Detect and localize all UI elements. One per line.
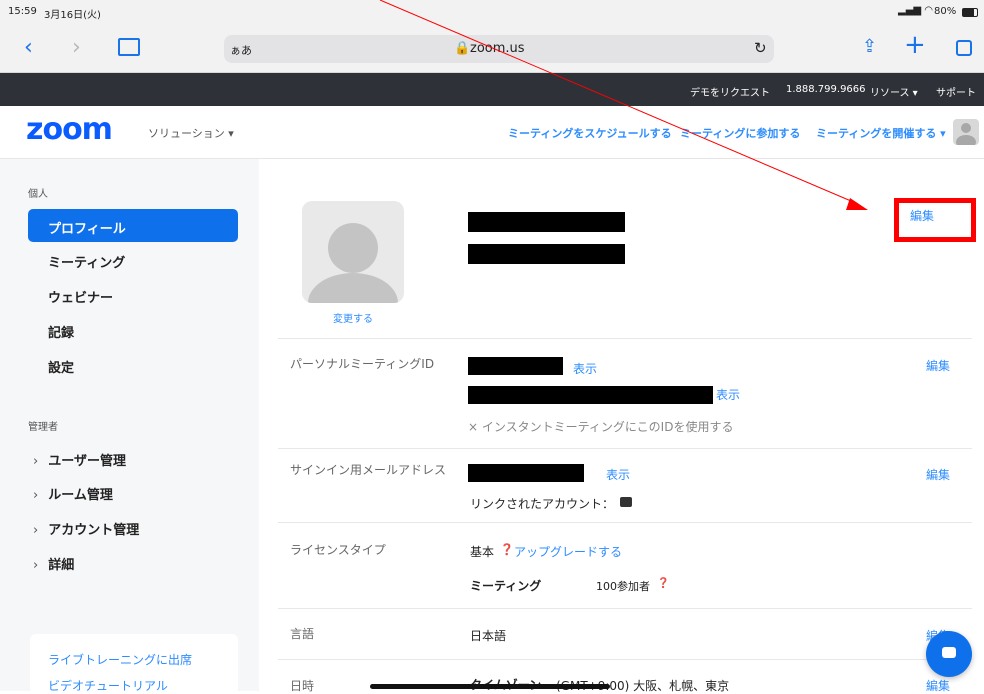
forward-icon[interactable]: › — [72, 24, 81, 72]
chevron-right-icon: › — [33, 558, 39, 573]
photo-body — [308, 273, 398, 303]
license-type: 基本 — [470, 545, 495, 559]
avatar-head — [961, 123, 971, 133]
phone-number: 1.888.799.9666 — [786, 84, 866, 95]
divider — [278, 608, 972, 609]
video-tutorials-link[interactable]: ビデオチュートリアル — [48, 677, 168, 694]
signal-wifi-icon: ▂▄▆ ◠ — [898, 5, 933, 16]
share-icon[interactable]: ⇪ — [862, 36, 877, 57]
language-label: 言語 — [290, 627, 315, 641]
arrow-head — [846, 198, 868, 210]
url-text[interactable]: zoom.us — [470, 41, 525, 56]
pmi-url-show-link[interactable]: 表示 — [716, 386, 740, 403]
text-size-button[interactable]: ぁあ — [230, 42, 252, 58]
change-photo-link[interactable]: 変更する — [333, 310, 373, 325]
browser-toolbar: ‹ › ぁあ 🔒 zoom.us ↻ ⇪ + — [0, 24, 984, 73]
datetime-edit-button[interactable]: 編集 — [926, 677, 950, 694]
sidebar-item-meetings[interactable]: ミーティング — [48, 252, 125, 271]
live-training-link[interactable]: ライブトレーニングに出席 — [48, 651, 192, 668]
sidebar-item-label: 詳細 — [48, 558, 75, 573]
sidebar-item-settings[interactable]: 設定 — [48, 357, 74, 376]
back-icon[interactable]: ‹ — [24, 24, 33, 72]
zoom-nav: zoom ソリューション ▾ ミーティングをスケジュールする ミーティングに参加… — [0, 106, 984, 159]
address-bar[interactable]: ぁあ 🔒 zoom.us ↻ — [224, 35, 774, 63]
sidebar-item-label: アカウント管理 — [48, 523, 140, 538]
status-date: 3月16日(火) — [44, 10, 101, 21]
redacted-pmi-url — [468, 386, 713, 404]
solutions-menu[interactable]: ソリューション ▾ — [148, 125, 234, 141]
pmi-label: パーソナルミーティングID — [290, 357, 435, 371]
sidebar-item-user-management[interactable]: › ユーザー管理 — [33, 450, 126, 469]
join-meeting-link[interactable]: ミーティングに参加する — [680, 125, 800, 141]
redacted-detail — [468, 244, 625, 264]
sidebar-item-account-management[interactable]: › アカウント管理 — [33, 519, 139, 538]
meeting-license-label: ミーティング — [470, 579, 542, 593]
schedule-meeting-link[interactable]: ミーティングをスケジュールする — [508, 125, 672, 141]
avatar[interactable] — [953, 119, 979, 145]
divider — [278, 448, 972, 449]
chat-bubble-button[interactable] — [926, 631, 972, 677]
status-time: 15:59 — [8, 6, 37, 17]
sidebar-item-profile[interactable]: プロフィール — [48, 218, 126, 237]
redacted-name — [468, 212, 625, 232]
chat-icon — [942, 647, 956, 658]
battery-level: 80% — [934, 6, 957, 17]
zoom-logo[interactable]: zoom — [26, 112, 113, 147]
divider — [278, 659, 972, 660]
tabs-overview-icon[interactable] — [956, 40, 972, 56]
sidebar-item-room-management[interactable]: › ルーム管理 — [33, 484, 113, 503]
zoom-top-bar: デモをリクエスト 1.888.799.9666 リソース ▾ サポート — [0, 73, 984, 106]
instant-meeting-option[interactable]: × インスタントミーティングにこのIDを使用する — [468, 418, 733, 435]
bookmarks-icon[interactable] — [118, 38, 140, 56]
home-indicator — [370, 684, 610, 689]
pmi-edit-button[interactable]: 編集 — [926, 357, 950, 374]
profile-photo[interactable] — [302, 201, 404, 303]
email-label: サインイン用メールアドレス — [290, 463, 447, 477]
battery-icon — [962, 8, 978, 17]
mail-icon — [620, 497, 632, 507]
pmi-show-link[interactable]: 表示 — [573, 360, 597, 377]
sidebar-item-webinars[interactable]: ウェビナー — [48, 287, 113, 306]
linked-accounts-label: リンクされたアカウント： — [470, 497, 615, 511]
resources-menu[interactable]: リソース ▾ — [870, 84, 918, 99]
help-icon[interactable]: ❓ — [657, 578, 669, 589]
divider — [278, 338, 972, 339]
sidebar-item-label: ユーザー管理 — [48, 454, 126, 469]
upgrade-link[interactable]: アップグレードする — [514, 543, 622, 560]
highlight-box — [894, 198, 976, 242]
email-show-link[interactable]: 表示 — [606, 466, 630, 483]
new-tab-icon[interactable]: + — [904, 30, 926, 60]
admin-section-header: 管理者 — [28, 422, 58, 433]
photo-head — [328, 223, 378, 273]
email-edit-button[interactable]: 編集 — [926, 466, 950, 483]
reload-icon[interactable]: ↻ — [754, 39, 767, 57]
avatar-body — [956, 135, 976, 145]
personal-section-header: 個人 — [28, 189, 48, 200]
profile-edit-button[interactable]: 編集 — [910, 207, 934, 224]
participants-count: 100参加者 — [596, 580, 650, 593]
chevron-right-icon: › — [33, 523, 39, 538]
help-icon[interactable]: ❓ — [500, 543, 514, 556]
chevron-right-icon: › — [33, 488, 39, 503]
support-link[interactable]: サポート — [936, 84, 976, 99]
divider — [278, 522, 972, 523]
chevron-right-icon: › — [33, 454, 39, 469]
redacted-email — [468, 464, 584, 482]
sidebar-item-advanced[interactable]: › 詳細 — [33, 554, 74, 573]
status-bar: 15:59 3月16日(火) ▂▄▆ ◠ 80% — [0, 0, 984, 24]
redacted-pmi — [468, 357, 563, 375]
host-meeting-menu[interactable]: ミーティングを開催する ▾ — [816, 125, 946, 141]
request-demo-link[interactable]: デモをリクエスト — [690, 84, 770, 99]
datetime-label: 日時 — [290, 679, 315, 693]
lock-icon: 🔒 — [454, 41, 471, 56]
sidebar-item-label: ルーム管理 — [48, 488, 113, 503]
sidebar-item-recordings[interactable]: 記録 — [48, 322, 74, 341]
license-label: ライセンスタイプ — [290, 543, 386, 557]
language-value: 日本語 — [470, 629, 507, 643]
